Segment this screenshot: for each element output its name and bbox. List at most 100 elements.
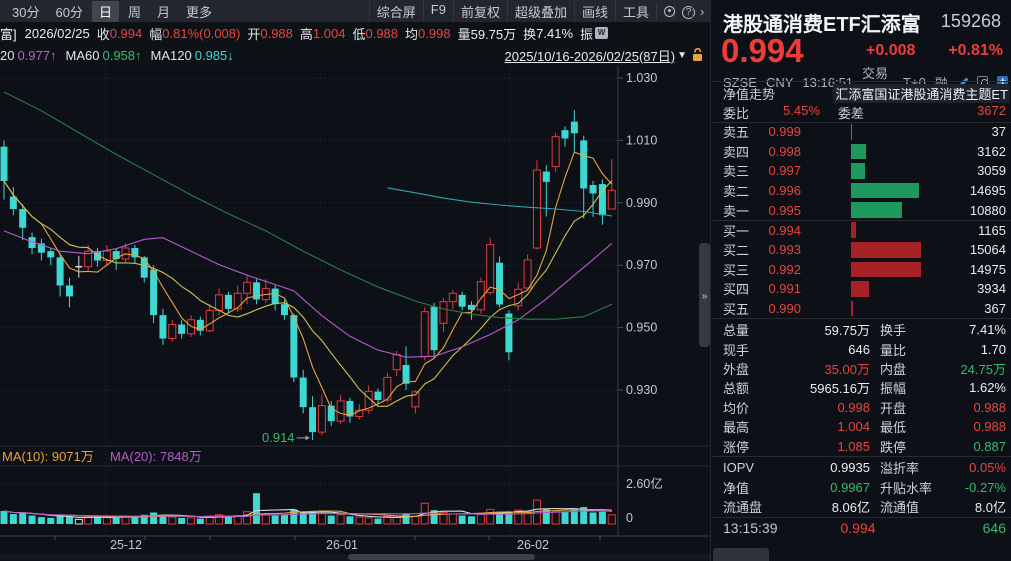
down-candle [590,185,597,193]
tool-画线[interactable]: 画线 [574,1,615,22]
fund-full-name: 汇添富国证港股通消费主题ET [833,84,1010,103]
volume-bar [393,517,400,524]
stat-value: 1.085 [785,439,870,454]
down-candle [571,122,578,134]
ma-item: MA1200.985↓ [151,48,234,63]
bid-qty: 14975 [970,262,1006,277]
volume-bar [346,516,353,524]
bid-qty: 367 [984,301,1006,316]
stat-row: 外盘35.00万内盘24.75万 [723,359,1006,378]
last-tick-row: 13:15:39 0.994 646 [723,520,1006,536]
scrollbar-thumb[interactable] [348,554,535,560]
bid-row[interactable]: 买二0.99315064 [723,240,1006,260]
ask-row[interactable]: 卖四0.9983162 [723,142,1006,162]
tool-工具[interactable]: 工具 [615,1,656,22]
volume-bar [29,516,36,524]
tool-前复权[interactable]: 前复权 [453,1,507,22]
down-candle [57,257,64,285]
unlock-icon[interactable] [691,48,704,62]
tool-F9[interactable]: F9 [423,1,453,22]
wp-badge-icon[interactable]: W [595,27,608,39]
ask-row[interactable]: 卖二0.99614695 [723,181,1006,201]
bid-qty: 1165 [978,223,1006,238]
tab-30分[interactable]: 30分 [5,1,46,22]
down-candle [562,130,569,138]
tab-周[interactable]: 周 [121,1,148,22]
help-button[interactable]: ? [674,2,692,20]
stat-row: 总量59.75万换手7.41% [723,320,1006,339]
ask-price: 0.997 [757,163,801,178]
y-axis-label: 1.030 [626,71,657,85]
down-candle [281,304,288,315]
stat-value: -0.27% [946,480,1006,495]
candlestick-chart[interactable]: 1.0301.0100.9900.9700.9500.9300.914MA(10… [0,66,710,561]
tick-price: 0.994 [813,520,903,536]
bid-row[interactable]: 买四0.9913934 [723,279,1006,299]
tool-超级叠加[interactable]: 超级叠加 [507,1,574,22]
ask-label: 卖五 [723,122,757,141]
tab-日[interactable]: 日 [92,1,119,22]
depth-bar [851,301,853,317]
field-label: 开 [247,24,260,43]
depth-bar [851,124,852,140]
bid-price: 0.994 [757,223,801,238]
x-axis-label: 26-02 [517,538,549,552]
quote-info-bar: 富]2026/02/25收0.994幅0.81%(0.008)开0.988高1.… [0,22,710,44]
volume-bar [552,511,559,524]
stat-label: 流通值 [870,497,946,516]
volume-bar [178,518,185,524]
tool-综合屏[interactable]: 综合屏 [369,1,423,22]
bid-row[interactable]: 买五0.990367 [723,299,1006,319]
volume-bar [131,517,138,524]
y-axis-label: 0.990 [626,196,657,210]
stat-label: 跌停 [870,437,946,456]
settings-button[interactable] [656,3,674,20]
tick-volume: 646 [903,520,1006,536]
depth-bar [851,163,865,179]
nav-label[interactable]: 净值走势 [723,84,775,103]
field-label: 幅 [149,24,162,43]
ask-price: 0.995 [757,203,801,218]
divider [711,318,1011,319]
volume-bar [590,512,597,524]
date-range-control[interactable]: 2025/10/16-2026/02/25(87日) ▼ [505,46,710,65]
volume-bar [318,513,325,524]
ask-row[interactable]: 卖一0.99510880 [723,200,1006,220]
volume-bar [356,517,363,524]
stock-app-window: 30分60分日周月更多 综合屏F9前复权超级叠加画线工具 ? › 富]2026/… [0,0,1011,561]
volume-bar [197,519,204,524]
chart-section: 30分60分日周月更多 综合屏F9前复权超级叠加画线工具 ? › 富]2026/… [0,0,710,561]
ma-legend-bar: 200.977↑MA600.958↑MA1200.985↓ 2025/10/16… [0,44,710,66]
volume-bar [449,514,456,524]
iopv-grid: IOPV0.9935溢折率0.05%净值0.9967升贴水率-0.27%流通盘8… [711,458,1011,517]
bid-row[interactable]: 买一0.9941165 [723,220,1006,240]
stat-label: 内盘 [870,359,946,378]
date-range-label[interactable]: 2025/10/16-2026/02/25(87日) [505,46,676,65]
tab-更多[interactable]: 更多 [179,1,219,22]
up-candle [206,310,213,330]
ask-row[interactable]: 卖五0.99937 [723,122,1006,142]
ask-row[interactable]: 卖三0.9973059 [723,161,1006,181]
stat-value: 35.00万 [785,359,870,378]
volume-bar [487,509,494,524]
stat-label: 现手 [723,340,785,359]
divider [711,517,1011,518]
tab-60分[interactable]: 60分 [48,1,89,22]
stat-label: 量比 [870,340,946,359]
stat-value: 0.9935 [785,460,870,475]
panel-bottom-tab[interactable] [713,548,769,561]
stat-value: 0.988 [946,419,1006,434]
up-candle [216,295,223,311]
price-change-pct: +0.81% [923,42,1003,60]
stat-label: 总额 [723,378,785,397]
depth-bar-track [851,124,921,140]
field-value: 0.994 [110,26,143,41]
field-value: 59.75万 [471,24,517,43]
ma-label: 20 [0,48,14,63]
tab-月[interactable]: 月 [150,1,177,22]
bid-price: 0.991 [757,281,801,296]
bid-label: 买五 [723,299,757,318]
annotation-arrowhead [306,435,310,440]
expand-toolbar-button[interactable]: › [692,3,710,20]
bid-row[interactable]: 买三0.99214975 [723,260,1006,280]
